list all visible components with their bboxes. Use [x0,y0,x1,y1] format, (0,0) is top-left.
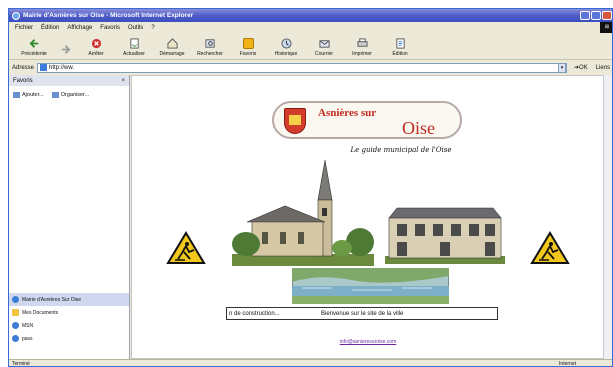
favorites-toolbar: Ajouter... Organiser... [9,86,129,104]
town-hall-illustration [385,207,505,264]
address-dropdown-button[interactable]: ▾ [558,62,567,73]
go-button[interactable]: ➜OK [574,64,588,71]
ie-page-icon [12,296,19,303]
favorites-title: Favoris [13,77,33,84]
page-icon [40,64,48,71]
favorites-list: Mairie d'Asnières Sur Oise Mes Documents… [9,293,129,345]
church-illustration [232,159,374,266]
back-arrow-icon [29,39,38,48]
security-zone: Internet [559,361,576,367]
search-button[interactable]: Rechercher [191,38,229,57]
logo-text-line2: Oise [402,118,435,138]
favorite-item[interactable]: pass [9,332,129,345]
construction-sign-icon [166,231,206,264]
favorites-icon [242,38,254,49]
mail-button[interactable]: Courrier [305,38,343,57]
add-favorite-icon [13,92,20,98]
folder-icon [12,309,19,316]
refresh-icon [129,38,139,49]
back-button[interactable]: Précédente [15,38,53,57]
logo-text-line1: Asnières sur [318,107,377,119]
favorites-button[interactable]: Favoris [229,38,267,57]
scrolling-message-box: n de construction... Bienvenue sur le si… [226,307,498,320]
ticker-text-right: Bienvenue sur le site de la ville [321,310,404,317]
address-input[interactable]: http://ww. [37,62,568,73]
favorite-item[interactable]: Mairie d'Asnières Sur Oise [9,293,129,306]
river-landscape-image [292,268,449,304]
ie-icon [12,11,20,20]
stop-icon [91,38,101,49]
status-bar: Terminé Internet [9,359,612,367]
maximize-button[interactable] [591,11,601,20]
address-bar: Adresse http://ww. ▾ ➜OK Liens [9,61,612,74]
favorites-pane: Favoris × Ajouter... Organiser... Mairie… [9,75,130,359]
toolbar: Précédente Arrêter Actualiser Démarrage … [9,33,612,60]
history-button[interactable]: Historique [267,38,305,57]
window-title: Mairie d'Asnières sur Oise - Microsoft I… [23,12,194,19]
browser-window: Mairie d'Asnières sur Oise - Microsoft I… [8,8,613,367]
search-icon [204,39,215,48]
minimize-button[interactable] [580,11,590,20]
favorite-item[interactable]: Mes Documents [9,306,129,319]
status-text: Terminé [12,361,30,367]
menu-view[interactable]: Affichage [67,25,92,31]
edit-icon [395,38,405,49]
menu-bar: Fichier Édition Affichage Favoris Outils… [9,22,612,33]
favorites-header: Favoris × [9,75,129,86]
stop-button[interactable]: Arrêter [77,38,115,57]
favorites-close-button[interactable]: × [121,78,125,84]
contact-email-link[interactable]: info@asnieresuroise.com [132,339,604,345]
edit-button[interactable]: Édition [381,38,419,57]
menu-edit[interactable]: Édition [41,25,59,31]
print-icon [356,38,368,47]
favorite-item[interactable]: MSN [9,319,129,332]
menu-favorites[interactable]: Favoris [100,25,120,31]
address-value: http://ww. [49,64,75,71]
add-favorite-button[interactable]: Ajouter... [13,92,44,98]
home-button[interactable]: Démarrage [153,38,191,57]
forward-button[interactable] [53,44,77,57]
address-label: Adresse [12,64,35,71]
menu-help[interactable]: ? [151,25,154,31]
site-logo[interactable]: Asnières sur Oise [272,101,462,139]
vertical-scrollbar[interactable] [603,75,612,359]
forward-arrow-icon [61,45,70,54]
links-button[interactable]: Liens [596,65,610,71]
construction-sign-icon [530,231,570,264]
ie-page-icon [12,322,19,329]
windows-logo-icon: ⊞ [600,22,612,33]
web-content: Asnières sur Oise Le guide municipal de … [131,75,605,359]
mail-icon [318,40,330,48]
title-bar: Mairie d'Asnières sur Oise - Microsoft I… [9,9,612,22]
ie-page-icon [12,335,19,342]
close-button[interactable] [602,11,612,20]
refresh-button[interactable]: Actualiser [115,38,153,57]
site-subtitle: Le guide municipal de l'Oise [350,146,452,154]
menu-tools[interactable]: Outils [128,25,143,31]
history-icon [280,38,292,49]
print-button[interactable]: Imprimer [343,38,381,57]
home-icon [166,38,178,49]
organize-favorites-button[interactable]: Organiser... [51,92,89,98]
coat-of-arms-icon [284,108,306,134]
ticker-text-left: n de construction... [229,310,280,317]
menu-file[interactable]: Fichier [15,25,33,31]
organize-icon [51,92,59,98]
